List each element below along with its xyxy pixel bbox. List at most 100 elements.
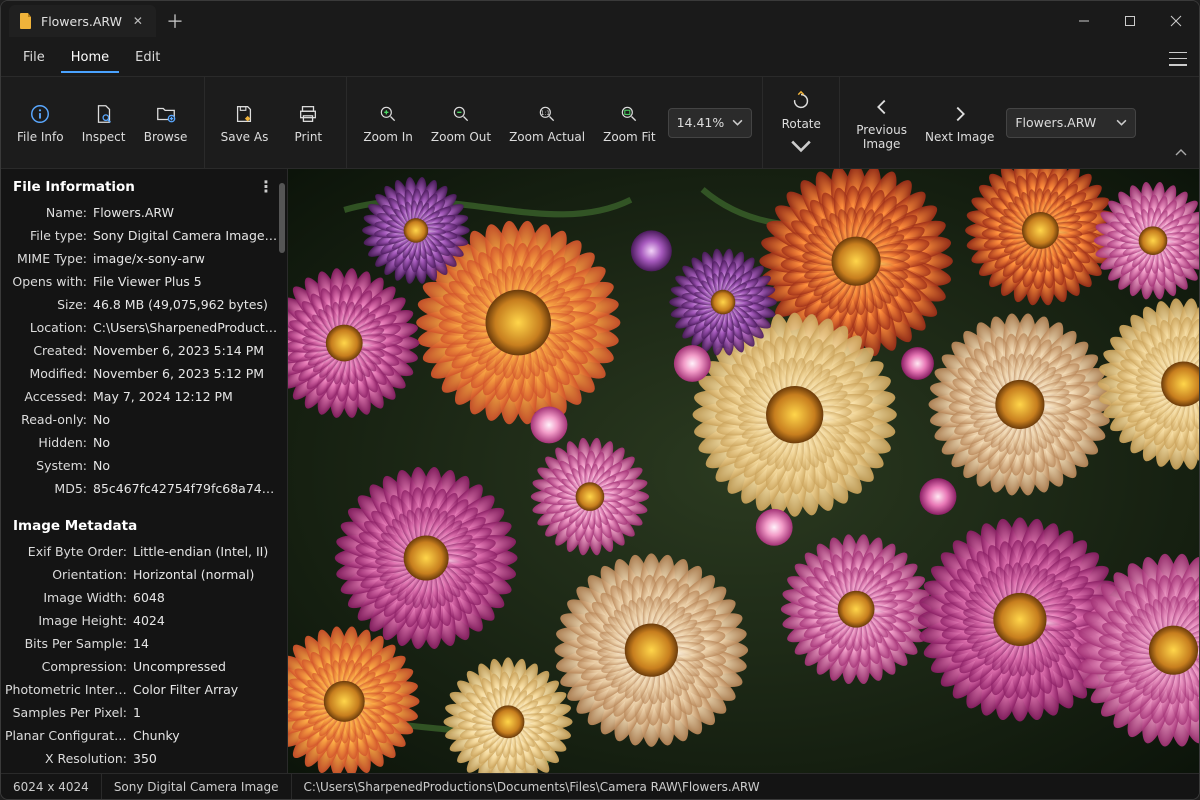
info-row: Planar Configuration:Chunky bbox=[1, 724, 287, 747]
info-key: Hidden: bbox=[5, 433, 93, 452]
info-key: Opens with: bbox=[5, 272, 93, 291]
info-key: Modified: bbox=[5, 364, 93, 383]
rotate-button[interactable]: Rotate bbox=[773, 83, 829, 163]
info-key: Created: bbox=[5, 341, 93, 360]
zoom-actual-icon: 1:1 bbox=[535, 102, 559, 126]
menu-home[interactable]: Home bbox=[61, 44, 119, 73]
info-key: Bits Per Sample: bbox=[5, 634, 133, 653]
info-row: Read-only:No bbox=[1, 408, 287, 431]
more-options-icon[interactable]: ⋮ bbox=[257, 182, 275, 192]
menu-edit[interactable]: Edit bbox=[125, 44, 170, 73]
save-as-button[interactable]: Save As bbox=[215, 96, 275, 150]
info-value: 6048 bbox=[133, 588, 279, 607]
info-value: Flowers.ARW bbox=[93, 203, 279, 222]
info-row: Image Height:4024 bbox=[1, 609, 287, 632]
inspect-icon bbox=[92, 102, 116, 126]
info-value: 1 bbox=[133, 703, 279, 722]
zoom-level-dropdown[interactable]: 14.41% bbox=[668, 108, 753, 138]
chevron-right-icon bbox=[948, 102, 972, 126]
ribbon-toolbar: File Info Inspect Browse Save As Print bbox=[1, 77, 1199, 169]
info-row: Photometric Interpreta...Color Filter Ar… bbox=[1, 678, 287, 701]
tab-close-icon[interactable]: ✕ bbox=[130, 13, 146, 29]
chevron-left-icon bbox=[870, 95, 894, 119]
info-value: Sony Digital Camera Image (.arw) bbox=[93, 226, 279, 245]
scrollbar-thumb[interactable] bbox=[279, 183, 285, 253]
info-row: Exif Byte Order:Little-endian (Intel, II… bbox=[1, 540, 287, 563]
file-info-heading: File Information bbox=[13, 179, 135, 195]
hamburger-icon[interactable] bbox=[1169, 52, 1187, 66]
info-key: File type: bbox=[5, 226, 93, 245]
info-row: Size:46.8 MB (49,075,962 bytes) bbox=[1, 293, 287, 316]
menu-file[interactable]: File bbox=[13, 44, 55, 73]
chevron-down-icon bbox=[732, 117, 743, 128]
chevron-down-icon bbox=[790, 135, 812, 157]
info-key: Compression: bbox=[5, 657, 133, 676]
collapse-ribbon-button[interactable] bbox=[1171, 144, 1191, 162]
zoom-out-icon bbox=[449, 102, 473, 126]
info-value: 350 bbox=[133, 749, 279, 768]
tab-title: Flowers.ARW bbox=[41, 14, 122, 29]
info-row: Opens with:File Viewer Plus 5 bbox=[1, 270, 287, 293]
window-close-button[interactable] bbox=[1153, 1, 1199, 41]
info-key: MD5: bbox=[5, 479, 93, 498]
info-value: November 6, 2023 5:14 PM bbox=[93, 341, 279, 360]
info-row: Created:November 6, 2023 5:14 PM bbox=[1, 339, 287, 362]
image-viewport[interactable] bbox=[288, 169, 1199, 773]
inspect-button[interactable]: Inspect bbox=[76, 96, 132, 150]
info-row: Orientation:Horizontal (normal) bbox=[1, 563, 287, 586]
info-key: Planar Configuration: bbox=[5, 726, 133, 745]
zoom-fit-button[interactable]: Zoom Fit bbox=[597, 96, 661, 150]
print-icon bbox=[296, 102, 320, 126]
info-row: File type:Sony Digital Camera Image (.ar… bbox=[1, 224, 287, 247]
info-row: Bits Per Sample:14 bbox=[1, 632, 287, 655]
info-row: MIME Type:image/x-sony-arw bbox=[1, 247, 287, 270]
file-picker-dropdown[interactable]: Flowers.ARW bbox=[1006, 108, 1136, 138]
info-value: May 7, 2024 12:12 PM bbox=[93, 387, 279, 406]
title-bar: Flowers.ARW ✕ ＋ bbox=[1, 1, 1199, 41]
previous-image-button[interactable]: Previous Image bbox=[850, 89, 913, 157]
info-key: Size: bbox=[5, 295, 93, 314]
zoom-in-button[interactable]: Zoom In bbox=[357, 96, 419, 150]
info-value: Little-endian (Intel, II) bbox=[133, 542, 279, 561]
info-value: 46.8 MB (49,075,962 bytes) bbox=[93, 295, 279, 314]
browse-button[interactable]: Browse bbox=[138, 96, 194, 150]
maximize-button[interactable] bbox=[1107, 1, 1153, 41]
info-value: Color Filter Array bbox=[133, 680, 279, 699]
info-row: Name:Flowers.ARW bbox=[1, 201, 287, 224]
chevron-down-icon bbox=[1116, 117, 1127, 128]
info-value: 85c467fc42754f79fc68a74026a6c... bbox=[93, 479, 279, 498]
info-row: Compression:Uncompressed bbox=[1, 655, 287, 678]
info-key: Image Width: bbox=[5, 588, 133, 607]
folder-icon bbox=[154, 102, 178, 126]
info-value: No bbox=[93, 410, 279, 429]
info-key: Orientation: bbox=[5, 565, 133, 584]
info-value: Horizontal (normal) bbox=[133, 565, 279, 584]
status-bar: 6024 x 4024 Sony Digital Camera Image C:… bbox=[1, 773, 1199, 799]
zoom-out-button[interactable]: Zoom Out bbox=[425, 96, 497, 150]
zoom-actual-button[interactable]: 1:1 Zoom Actual bbox=[503, 96, 591, 150]
info-key: MIME Type: bbox=[5, 249, 93, 268]
minimize-button[interactable] bbox=[1061, 1, 1107, 41]
document-icon bbox=[19, 13, 33, 29]
status-filetype: Sony Digital Camera Image bbox=[102, 774, 292, 799]
info-key: System: bbox=[5, 456, 93, 475]
file-info-button[interactable]: File Info bbox=[11, 96, 70, 150]
info-value: November 6, 2023 5:12 PM bbox=[93, 364, 279, 383]
document-tab[interactable]: Flowers.ARW ✕ bbox=[9, 5, 156, 37]
info-value: Chunky bbox=[133, 726, 279, 745]
info-value: File Viewer Plus 5 bbox=[93, 272, 279, 291]
info-icon bbox=[28, 102, 52, 126]
zoom-fit-icon bbox=[617, 102, 641, 126]
info-key: Photometric Interpreta... bbox=[5, 680, 133, 699]
info-value: image/x-sony-arw bbox=[93, 249, 279, 268]
info-value: 4024 bbox=[133, 611, 279, 630]
status-dimensions: 6024 x 4024 bbox=[1, 774, 102, 799]
print-button[interactable]: Print bbox=[280, 96, 336, 150]
rotate-icon bbox=[789, 89, 813, 113]
info-value: No bbox=[93, 433, 279, 452]
image-metadata-heading: Image Metadata bbox=[13, 518, 137, 534]
new-tab-button[interactable]: ＋ bbox=[160, 6, 190, 36]
next-image-button[interactable]: Next Image bbox=[919, 96, 1000, 150]
info-key: Image Height: bbox=[5, 611, 133, 630]
info-row: X Resolution:350 bbox=[1, 747, 287, 770]
